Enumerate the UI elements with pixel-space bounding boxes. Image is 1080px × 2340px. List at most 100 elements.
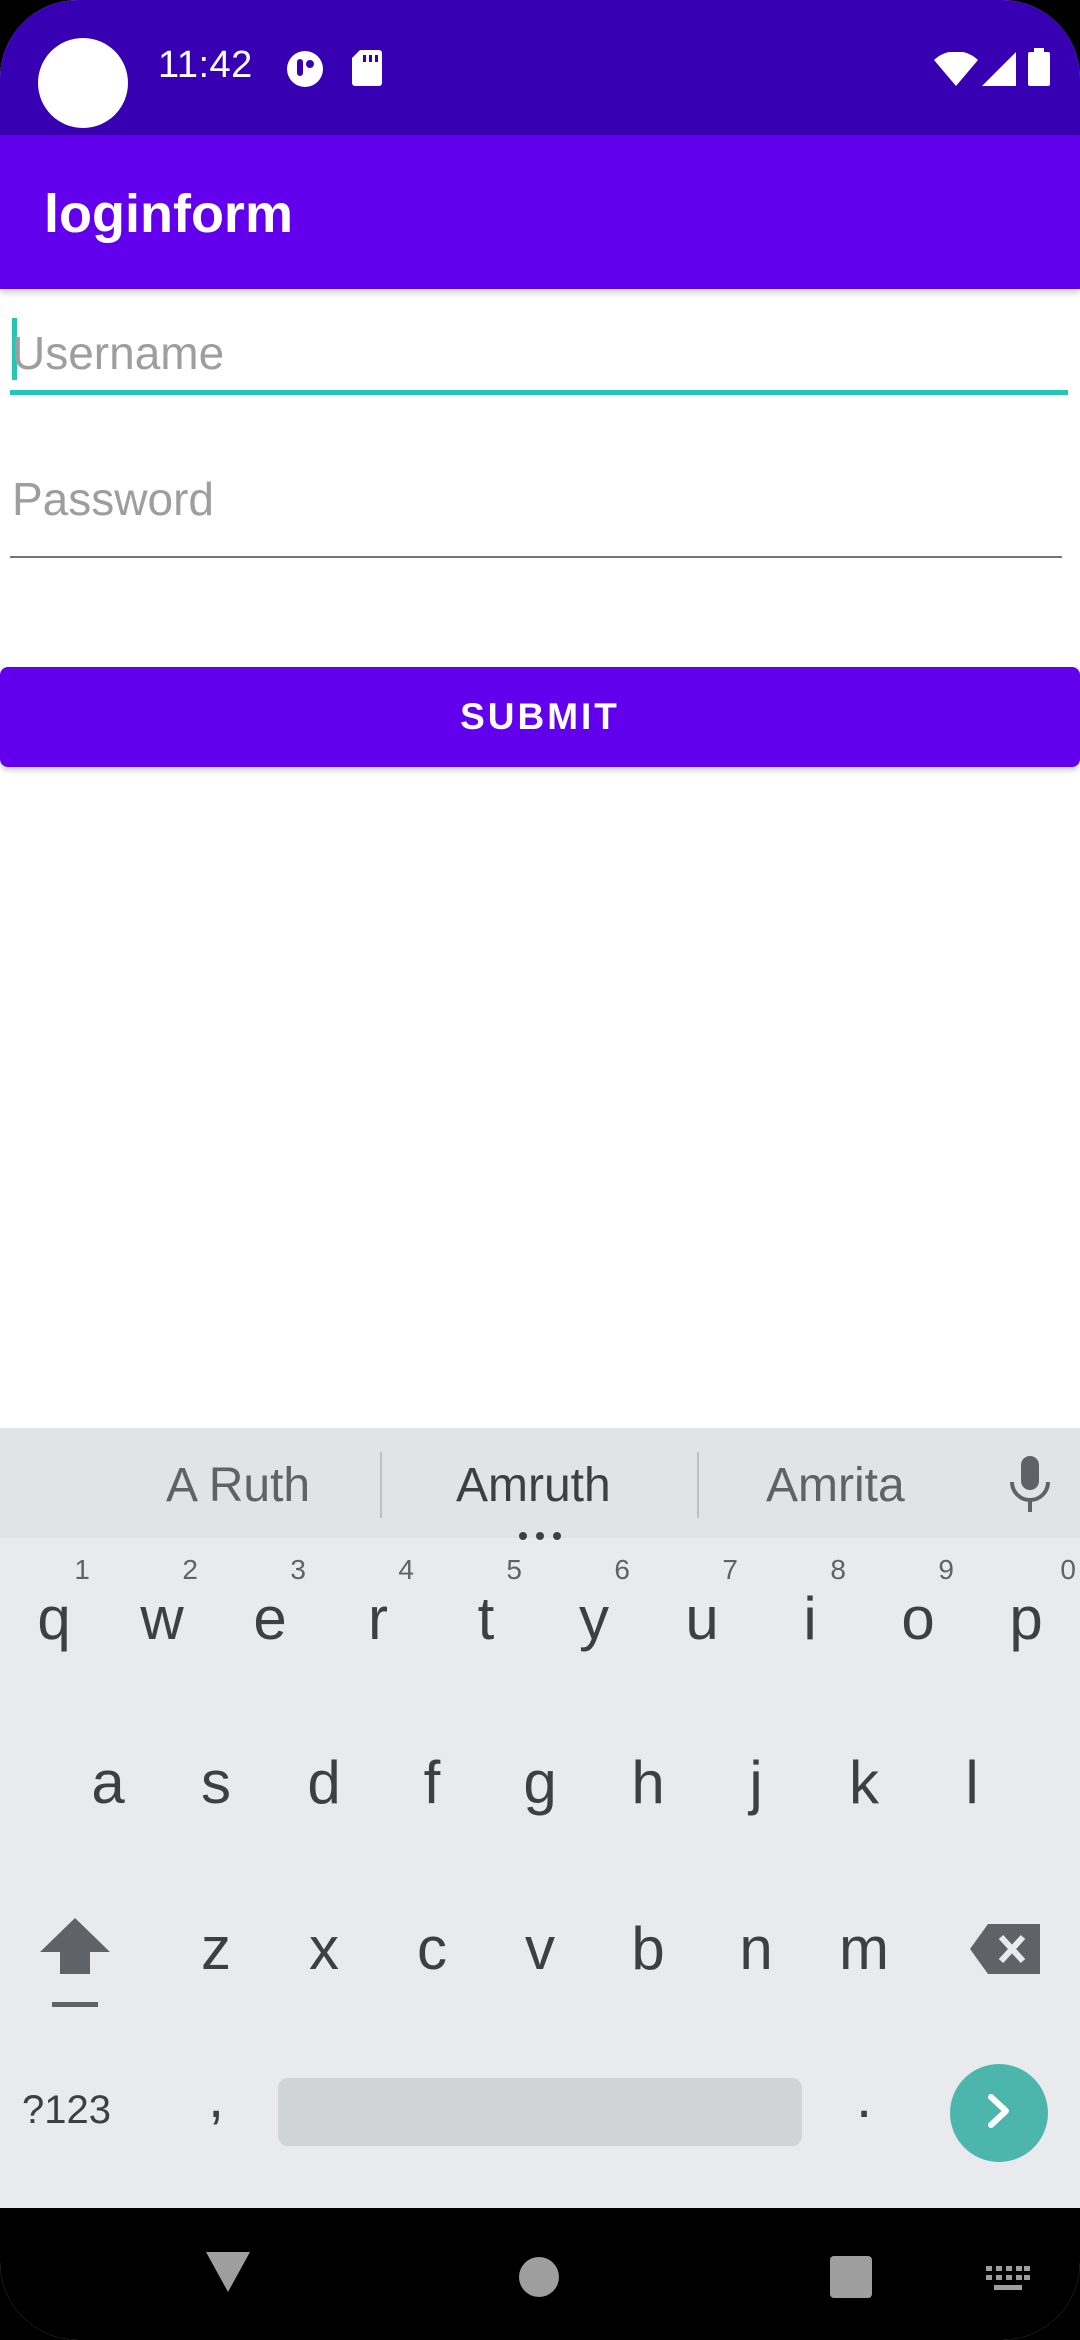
key-e[interactable]: 3e [218, 1546, 322, 1676]
phone-screen: 11:42 loginform Username Password SUBMIT [0, 0, 1080, 2340]
key-b[interactable]: b [596, 1876, 700, 2006]
key-label: h [631, 1749, 665, 1816]
key-label: r [368, 1585, 388, 1652]
password-underline [10, 556, 1062, 558]
key-r[interactable]: 4r [326, 1546, 430, 1676]
key-x[interactable]: x [272, 1876, 376, 2006]
key-s[interactable]: s [164, 1710, 268, 1840]
suggestion-divider [697, 1452, 699, 1518]
back-icon[interactable] [206, 2252, 250, 2297]
keyboard-switch-icon[interactable] [986, 2266, 1030, 2297]
key-label: n [739, 1915, 773, 1982]
space-bar[interactable] [278, 2078, 802, 2146]
key-h[interactable]: h [596, 1710, 700, 1840]
key-w[interactable]: 2w [110, 1546, 214, 1676]
key-hint: 3 [290, 1554, 306, 1585]
key-t[interactable]: 5t [434, 1546, 538, 1676]
camera-cutout [38, 38, 128, 128]
signal-icon [982, 52, 1016, 86]
app-bar: loginform [0, 135, 1080, 289]
key-label: e [253, 1585, 287, 1652]
suggestion-3[interactable]: Amrita [766, 1458, 905, 1513]
key-label: p [1009, 1585, 1043, 1652]
go-button[interactable] [950, 2064, 1048, 2162]
key-label: a [91, 1749, 125, 1816]
key-label: i [803, 1585, 817, 1652]
key-q[interactable]: 1q [2, 1546, 106, 1676]
key-f[interactable]: f [380, 1710, 484, 1840]
key-hint: 6 [614, 1554, 630, 1585]
key-label: v [525, 1915, 555, 1982]
password-field[interactable]: Password [10, 460, 1070, 560]
more-suggestions-icon[interactable] [518, 1528, 562, 1546]
key-label: q [37, 1585, 71, 1652]
key-j[interactable]: j [704, 1710, 808, 1840]
key-y[interactable]: 6y [542, 1546, 646, 1676]
suggestion-2[interactable]: Amruth [456, 1458, 611, 1513]
key-u[interactable]: 7u [650, 1546, 754, 1676]
key-label: b [631, 1915, 665, 1982]
key-label: z [201, 1915, 231, 1982]
recents-icon[interactable] [830, 2256, 872, 2303]
key-label: g [523, 1749, 557, 1816]
key-label: w [140, 1585, 184, 1652]
key-hint: 7 [722, 1554, 738, 1585]
backspace-icon[interactable] [970, 1924, 1040, 1979]
key-label: l [965, 1749, 979, 1816]
key-p[interactable]: 0p [974, 1546, 1078, 1676]
key-m[interactable]: m [812, 1876, 916, 2006]
soft-keyboard: A Ruth Amruth Amrita 1q 2w 3e 4r 5t 6y 7… [0, 1428, 1080, 2208]
key-label: c [417, 1915, 447, 1982]
chevron-right-icon [984, 2093, 1014, 2134]
key-label: y [579, 1585, 609, 1652]
key-label: o [901, 1585, 935, 1652]
key-i[interactable]: 8i [758, 1546, 862, 1676]
key-c[interactable]: c [380, 1876, 484, 2006]
comma-key[interactable]: , [208, 2064, 224, 2131]
key-l[interactable]: l [920, 1710, 1024, 1840]
password-placeholder: Password [12, 473, 214, 525]
key-label: d [307, 1749, 341, 1816]
key-label: f [423, 1749, 441, 1816]
key-d[interactable]: d [272, 1710, 376, 1840]
home-icon[interactable] [518, 2256, 560, 2303]
status-bar: 11:42 [0, 0, 1080, 135]
key-hint: 5 [506, 1554, 522, 1585]
key-hint: 9 [938, 1554, 954, 1585]
username-placeholder: Username [12, 327, 225, 379]
key-v[interactable]: v [488, 1876, 592, 2006]
key-label: k [849, 1749, 879, 1816]
key-n[interactable]: n [704, 1876, 808, 2006]
app-title: loginform [44, 184, 293, 244]
username-underline [10, 390, 1068, 395]
profile-icon [286, 50, 324, 88]
wifi-icon [934, 52, 978, 86]
shift-icon[interactable] [40, 1918, 110, 2015]
username-field[interactable]: Username [10, 300, 1070, 400]
suggestion-1[interactable]: A Ruth [166, 1458, 310, 1513]
key-hint: 0 [1060, 1554, 1076, 1585]
navigation-bar [0, 2208, 1080, 2340]
battery-icon [1028, 48, 1050, 86]
key-hint: 1 [74, 1554, 90, 1585]
submit-button[interactable]: SUBMIT [0, 667, 1080, 767]
key-hint: 4 [398, 1554, 414, 1585]
key-label: x [309, 1915, 339, 1982]
key-hint: 8 [830, 1554, 846, 1585]
key-label: t [477, 1585, 495, 1652]
sd-card-icon [352, 50, 382, 86]
suggestion-divider [380, 1452, 382, 1518]
period-key[interactable]: . [856, 2064, 872, 2131]
symbols-key[interactable]: ?123 [22, 2088, 111, 2133]
status-time: 11:42 [158, 44, 253, 86]
suggestion-strip: A Ruth Amruth Amrita [0, 1428, 1080, 1540]
key-label: m [839, 1915, 889, 1982]
key-g[interactable]: g [488, 1710, 592, 1840]
key-label: j [749, 1749, 763, 1816]
key-label: s [201, 1749, 231, 1816]
key-o[interactable]: 9o [866, 1546, 970, 1676]
key-k[interactable]: k [812, 1710, 916, 1840]
microphone-icon[interactable] [1008, 1456, 1052, 1519]
key-z[interactable]: z [164, 1876, 268, 2006]
key-a[interactable]: a [56, 1710, 160, 1840]
